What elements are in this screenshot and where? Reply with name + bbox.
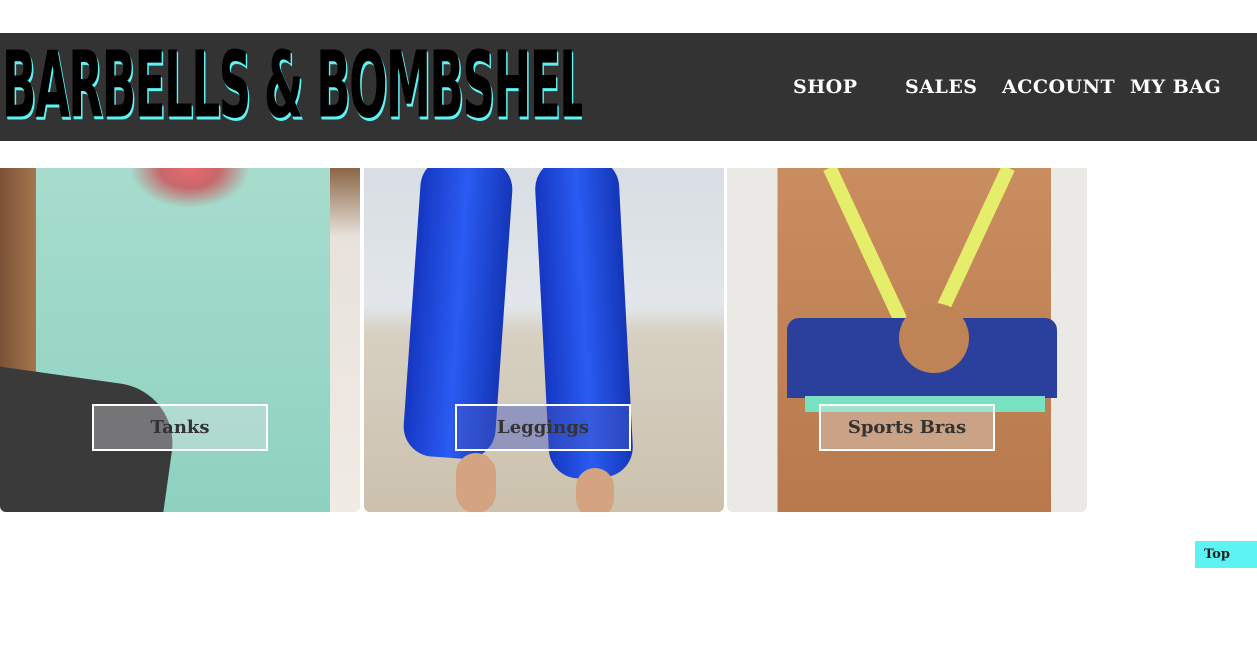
tanks-photo-arm — [0, 168, 36, 398]
nav-my-bag-link[interactable]: MY BAG — [1130, 73, 1221, 101]
category-label-sports-bras[interactable]: Sports Bras — [819, 404, 995, 451]
category-label-tanks[interactable]: Tanks — [92, 404, 268, 451]
nav-account-link[interactable]: ACCOUNT — [1002, 73, 1115, 101]
category-tile-tanks[interactable]: Tanks — [0, 168, 360, 512]
site-header: BARBELLS & BOMBSHELLS SHOP SALES ACCOUNT… — [0, 33, 1257, 141]
site-logo[interactable]: BARBELLS & BOMBSHELLS — [2, 39, 582, 135]
back-to-top-button[interactable]: Top — [1195, 541, 1257, 568]
nav-shop-link[interactable]: SHOP — [793, 73, 858, 101]
leggings-photo-left-foot — [456, 453, 496, 512]
bra-photo-cutout — [899, 303, 969, 373]
nav-sales-link[interactable]: SALES — [905, 73, 978, 101]
tanks-photo-background — [330, 168, 360, 512]
leggings-photo-right-foot — [576, 468, 614, 512]
category-tile-sports-bras[interactable]: Sports Bras — [727, 168, 1087, 512]
category-tile-leggings[interactable]: Leggings — [364, 168, 724, 512]
category-label-leggings[interactable]: Leggings — [455, 404, 631, 451]
logo-text: BARBELLS & BOMBSHELLS — [2, 39, 582, 135]
